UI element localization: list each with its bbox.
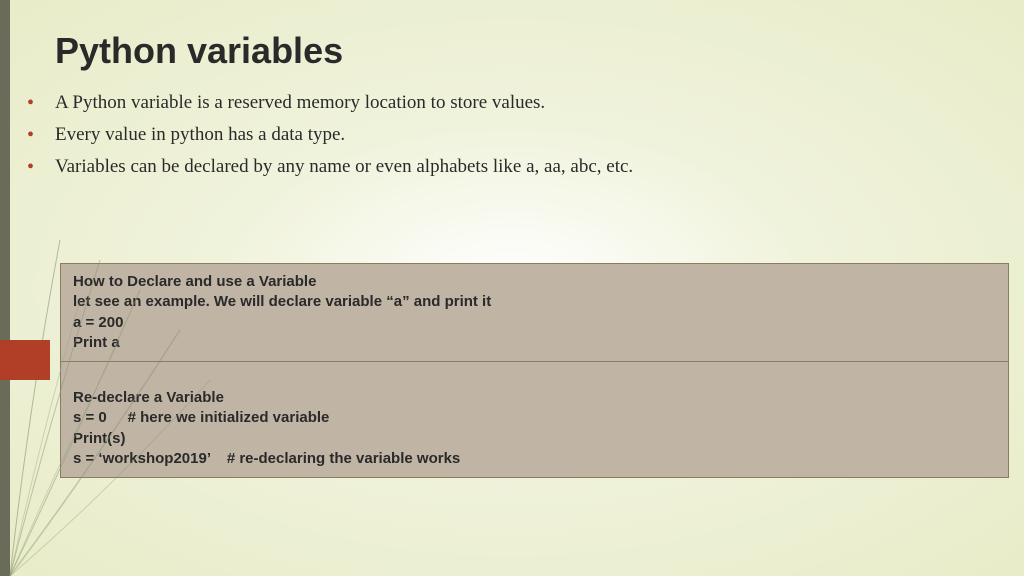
code-line: Re-declare a Variable [73, 388, 996, 408]
bullet-item: A Python variable is a reserved memory l… [25, 92, 1024, 114]
code-line: let see an example. We will declare vari… [73, 292, 996, 312]
code-line: Print a [73, 333, 996, 353]
bullet-item: Variables can be declared by any name or… [25, 156, 1024, 178]
spacer [73, 370, 996, 388]
bullet-list: A Python variable is a reserved memory l… [25, 92, 1024, 178]
code-box-declare: How to Declare and use a Variable let se… [60, 263, 1009, 362]
code-line: a = 200 [73, 313, 996, 333]
code-line: Print(s) [73, 429, 996, 449]
code-boxes-container: How to Declare and use a Variable let se… [60, 263, 1009, 478]
code-line: s = ‘workshop2019’ # re-declaring the va… [73, 449, 996, 469]
bullet-item: Every value in python has a data type. [25, 124, 1024, 146]
code-box-redeclare: Re-declare a Variable s = 0 # here we in… [60, 362, 1009, 478]
accent-square [0, 340, 50, 380]
slide-title: Python variables [55, 30, 1024, 72]
code-line: How to Declare and use a Variable [73, 272, 996, 292]
slide-content: Python variables A Python variable is a … [0, 0, 1024, 178]
code-line: s = 0 # here we initialized variable [73, 408, 996, 428]
